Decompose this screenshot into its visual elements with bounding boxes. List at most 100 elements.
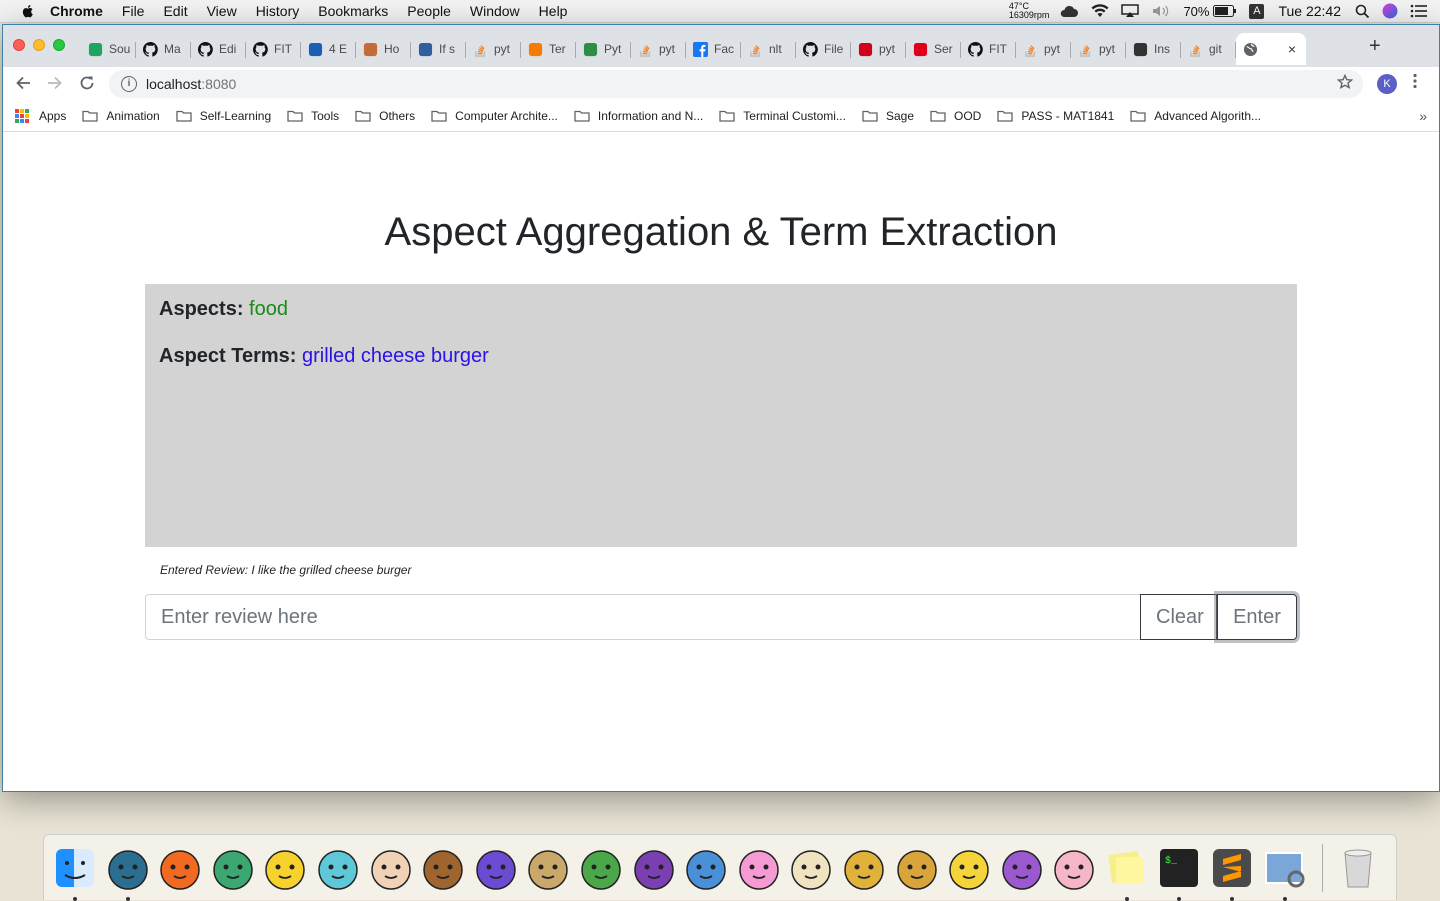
browser-tab[interactable]: 4 E — [301, 33, 356, 65]
notification-center-icon[interactable] — [1410, 4, 1428, 18]
enter-button[interactable]: Enter — [1217, 594, 1297, 640]
mankey-icon[interactable] — [368, 845, 414, 891]
sublime-text-icon[interactable] — [1209, 845, 1255, 901]
close-tab-button[interactable]: × — [1288, 41, 1296, 57]
menu-file[interactable]: File — [122, 3, 145, 19]
back-button[interactable] — [15, 75, 31, 96]
siri-icon[interactable] — [1382, 3, 1398, 19]
bookmark-folder[interactable]: Advanced Algorith... — [1130, 109, 1261, 123]
squirtle-icon[interactable] — [315, 845, 361, 891]
review-input[interactable] — [145, 594, 1140, 640]
xatu-icon[interactable] — [578, 845, 624, 891]
stickies-icon[interactable] — [1104, 845, 1150, 901]
reload-button[interactable] — [79, 75, 95, 96]
bookmark-folder[interactable]: Tools — [287, 109, 339, 123]
spotlight-search-icon[interactable] — [1355, 4, 1370, 19]
menu-people[interactable]: People — [407, 3, 451, 19]
menu-window[interactable]: Window — [470, 3, 520, 19]
menu-edit[interactable]: Edit — [163, 3, 187, 19]
grimer-icon[interactable] — [631, 845, 677, 891]
rattata-icon[interactable] — [999, 845, 1045, 891]
battery-icon[interactable] — [1213, 5, 1237, 17]
bookmark-folder[interactable]: Computer Archite... — [431, 109, 558, 123]
terminal-icon[interactable]: $_ — [1156, 845, 1202, 901]
charmander-icon[interactable] — [157, 845, 203, 891]
minimize-window-button[interactable] — [33, 39, 45, 51]
browser-tab[interactable]: pyt — [631, 33, 686, 65]
bulbasaur-icon[interactable] — [210, 845, 256, 891]
bookmark-folder[interactable]: Sage — [862, 109, 914, 123]
clear-button[interactable]: Clear — [1140, 594, 1217, 640]
browser-tab[interactable]: Ins — [1126, 33, 1181, 65]
jigglypuff-icon[interactable] — [736, 845, 782, 891]
browser-tab[interactable]: git — [1181, 33, 1236, 65]
new-tab-button[interactable]: + — [1369, 35, 1381, 58]
tab-active[interactable]: × — [1236, 33, 1306, 65]
cloud-icon[interactable] — [1059, 4, 1079, 18]
browser-tab[interactable]: File — [796, 33, 851, 65]
zubat-icon[interactable] — [473, 845, 519, 891]
browser-tab[interactable]: Fac — [686, 33, 741, 65]
menu-app-name[interactable]: Chrome — [50, 3, 103, 19]
eevee-icon[interactable] — [420, 845, 466, 891]
menu-bookmarks[interactable]: Bookmarks — [318, 3, 388, 19]
bookmark-folder[interactable]: Terminal Customi... — [719, 109, 846, 123]
volume-icon[interactable] — [1151, 4, 1171, 18]
meowth-icon[interactable] — [788, 845, 834, 891]
browser-tab[interactable]: Ho — [356, 33, 411, 65]
apple-menu-icon[interactable] — [20, 3, 36, 19]
chrome-menu-icon[interactable] — [1413, 73, 1417, 94]
menu-view[interactable]: View — [207, 3, 237, 19]
browser-tab[interactable]: Sou — [81, 33, 136, 65]
bookmark-folder[interactable]: Information and N... — [574, 109, 703, 123]
bookmark-folder[interactable]: Animation — [82, 109, 160, 123]
browser-tab[interactable]: pyt — [1071, 33, 1126, 65]
browser-tab[interactable]: If s — [411, 33, 466, 65]
browser-tab[interactable]: FIT — [961, 33, 1016, 65]
menu-history[interactable]: History — [256, 3, 300, 19]
bookmark-label: Computer Archite... — [455, 109, 558, 123]
close-window-button[interactable] — [13, 39, 25, 51]
mew-icon[interactable] — [1051, 845, 1097, 891]
clock[interactable]: Tue 22:42 — [1278, 3, 1341, 19]
folder-icon — [287, 110, 303, 122]
browser-tab[interactable]: Edi — [191, 33, 246, 65]
abra-icon[interactable] — [841, 845, 887, 891]
bookmark-folder[interactable]: PASS - MAT1841 — [997, 109, 1114, 123]
kadabra-icon[interactable] — [894, 845, 940, 891]
profile-avatar[interactable]: K — [1377, 74, 1397, 94]
bookmark-folder[interactable]: Self-Learning — [176, 109, 271, 123]
psyduck-icon[interactable] — [946, 845, 992, 891]
browser-tab[interactable]: pyt — [1016, 33, 1071, 65]
bookmarks-overflow-button[interactable]: » — [1419, 108, 1427, 124]
browser-tab[interactable]: Ser — [906, 33, 961, 65]
bookmark-folder[interactable]: Others — [355, 109, 415, 123]
drill-icon[interactable] — [525, 845, 571, 891]
browser-tab[interactable]: Pyt — [576, 33, 631, 65]
system-monitor[interactable]: 47°C 16309rpm — [1009, 2, 1050, 20]
browser-tab[interactable]: nlt — [741, 33, 796, 65]
bookmark-folder[interactable]: OOD — [930, 109, 981, 123]
browser-tab[interactable]: FIT — [246, 33, 301, 65]
browser-tab[interactable]: Ter — [521, 33, 576, 65]
pikachu-icon[interactable] — [262, 845, 308, 891]
browser-tab[interactable]: pyt — [851, 33, 906, 65]
browser-tab[interactable]: pyt — [466, 33, 521, 65]
tab-title: If s — [439, 42, 456, 56]
site-info-icon[interactable]: i — [121, 76, 137, 92]
address-bar[interactable]: i localhost:8080 — [109, 70, 1363, 98]
airplay-icon[interactable] — [1121, 4, 1140, 18]
browser-tab[interactable]: Ma — [136, 33, 191, 65]
fullscreen-window-button[interactable] — [53, 39, 65, 51]
trash-icon[interactable] — [1335, 845, 1381, 891]
finder-icon[interactable] — [52, 845, 98, 901]
wifi-icon[interactable] — [1091, 4, 1109, 18]
snorlax-icon[interactable] — [105, 845, 151, 901]
dratini-icon[interactable] — [683, 845, 729, 891]
preview-icon[interactable] — [1262, 845, 1308, 901]
menu-help[interactable]: Help — [539, 3, 568, 19]
bookmark-star-icon[interactable] — [1336, 73, 1354, 95]
input-source-icon[interactable]: A — [1249, 3, 1265, 19]
bookmark-apps[interactable]: Apps — [15, 109, 66, 123]
forward-button[interactable] — [47, 75, 63, 96]
